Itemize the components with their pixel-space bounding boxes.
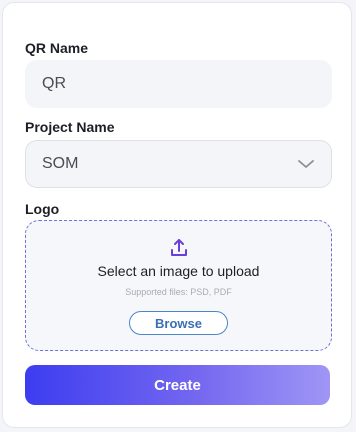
- project-name-label: Project Name: [25, 119, 115, 135]
- logo-dropzone[interactable]: Select an image to upload Supported file…: [25, 220, 332, 351]
- browse-button[interactable]: Browse: [129, 311, 228, 335]
- upload-title: Select an image to upload: [97, 263, 260, 279]
- chevron-down-icon: [298, 160, 314, 168]
- qr-name-label: QR Name: [25, 40, 89, 56]
- logo-label: Logo: [25, 201, 60, 217]
- qr-name-input[interactable]: QR: [25, 60, 332, 108]
- project-name-value: SOM: [42, 155, 79, 172]
- create-button[interactable]: Create: [25, 365, 330, 405]
- upload-icon: [170, 239, 187, 256]
- supported-files-hint: Supported files: PSD, PDF: [125, 287, 232, 297]
- project-name-select[interactable]: SOM: [25, 140, 332, 188]
